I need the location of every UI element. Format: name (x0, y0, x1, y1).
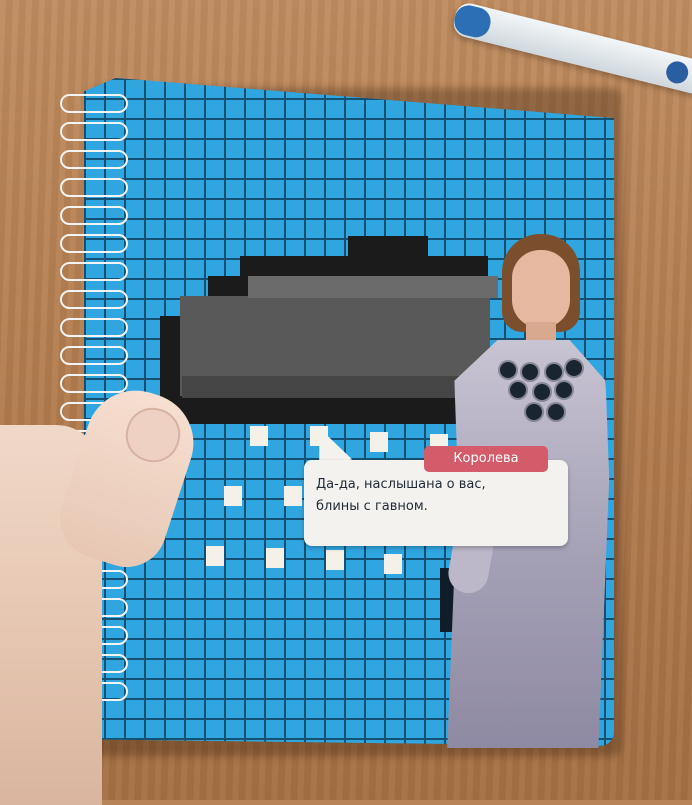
spiral-coil (60, 122, 128, 141)
rain-drop (206, 546, 224, 566)
rain-drop (284, 486, 302, 506)
rain-drop (384, 554, 402, 574)
spiral-coil (60, 290, 128, 309)
rain-drop (250, 426, 268, 446)
embroidery-flower-icon (556, 382, 572, 398)
rain-drop (370, 432, 388, 452)
spiral-coil (60, 234, 128, 253)
embroidery-flower-icon (500, 362, 516, 378)
spiral-coil (60, 94, 128, 113)
hand-thumb (49, 377, 207, 578)
speech-line: Да-да, наслышана о вас, (316, 477, 486, 492)
character-face (512, 250, 570, 328)
spiral-coil (60, 150, 128, 169)
spiral-coil (60, 346, 128, 365)
holding-hand (0, 377, 207, 805)
speech-text: Да-да, наслышана о вас, блины с гавном. (316, 474, 558, 518)
embroidery-flower-icon (566, 360, 582, 376)
embroidery-flower-icon (546, 364, 562, 380)
embroidery-flower-icon (534, 384, 550, 400)
rain-drop (266, 548, 284, 568)
spiral-coil (60, 178, 128, 197)
speech-line: блины с гавном. (316, 499, 428, 514)
speaker-name-tag: Королева (424, 446, 548, 472)
spiral-coil (60, 262, 128, 281)
embroidery-flower-icon (510, 382, 526, 398)
embroidery-flower-icon (522, 364, 538, 380)
spiral-coil (60, 206, 128, 225)
spiral-coil (60, 318, 128, 337)
pen-tip-icon (663, 59, 691, 86)
embroidery-flower-icon (526, 404, 542, 420)
embroidery-flower-icon (548, 404, 564, 420)
rain-drop (224, 486, 242, 506)
rain-drop (326, 550, 344, 570)
dress-embroidery (496, 358, 582, 430)
